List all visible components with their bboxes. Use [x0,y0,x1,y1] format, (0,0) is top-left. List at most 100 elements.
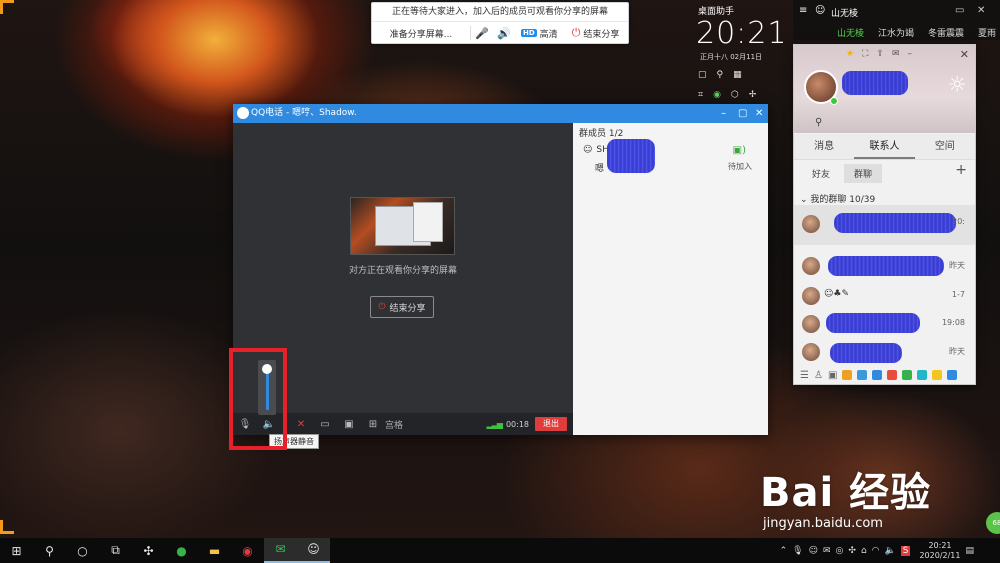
preview-window [413,202,443,242]
list-item[interactable]: ☺♣✎ 1-7 [794,281,975,311]
camera-off-icon[interactable]: ✕ [289,419,313,430]
task-view-icon[interactable]: ⧉ [99,543,132,558]
speaker-icon[interactable]: 🔊 [493,27,515,40]
menu-icon[interactable]: ☰ [800,370,809,381]
maximize-icon[interactable]: ▢ [738,104,747,123]
baidu-logo-text: Bai 经验 [760,470,932,516]
netease-music-icon[interactable]: ◉ [231,544,264,558]
strip-tab-1[interactable]: 江水为竭 [878,26,914,39]
minimize-icon[interactable]: – [907,49,912,59]
ring-tray-icon[interactable]: ◎ [836,546,844,556]
subtab-friends[interactable]: 好友 [812,167,830,180]
pinwheel-icon[interactable]: ✣ [132,544,165,558]
windows-start-icon[interactable]: ⊞ [0,544,33,558]
network-icon[interactable]: ⌂ [861,546,867,556]
grid-icon[interactable]: ⊞ [361,419,385,430]
wechat-icon[interactable]: ✉ [264,538,297,563]
group-header[interactable]: ⌄ 我的群聊 10/39 [800,192,875,205]
assistant-icons-row2: ⌗ ◉ ⬡ ✢ [698,90,756,100]
files-icon[interactable]: ▣ [828,370,837,381]
present-icon[interactable]: ▣ [337,419,361,430]
compass-icon[interactable]: ✢ [749,90,757,100]
notification-icon[interactable]: ▤ [965,546,974,556]
app-icon-5[interactable] [902,370,913,380]
app-icon-3[interactable] [872,370,883,380]
end-share-top-button[interactable]: ⏻ 结束分享 [572,26,620,40]
contacts-icon[interactable]: ♙ [814,370,823,381]
signal-icon: ▂▃▅ [486,419,503,429]
tab-messages[interactable]: 消息 [794,134,854,159]
close-icon[interactable]: ✕ [977,5,985,16]
item-time: 1-7 [951,290,965,299]
qq-call-taskbar-icon[interactable]: ☺ [297,538,330,563]
app-icon-1[interactable] [842,370,853,380]
qq-tray-icon[interactable]: ☺ [809,546,818,556]
search-icon[interactable]: ⚲ [33,544,66,558]
avatar [802,315,820,333]
volume-icon[interactable]: 🔈 [885,546,896,556]
screen-share-icon[interactable]: ▭ [313,419,337,430]
wechat-tray-icon[interactable]: ✉ [823,546,831,556]
star-icon[interactable]: ★ [846,49,854,59]
search-icon[interactable]: ⚲ [815,117,822,128]
tab-space[interactable]: 空间 [915,134,975,159]
weather-sun-icon[interactable]: ☼ [947,73,967,98]
mail-icon[interactable]: ✉ [892,49,900,59]
chevron-down-icon: ⌄ [800,195,808,205]
app-icon-2[interactable] [857,370,868,380]
microphone-icon[interactable]: 🎤 [471,27,493,40]
skin-icon[interactable]: ⛶ [862,49,868,59]
subtab-groups[interactable]: 群聊 [844,164,883,183]
minimize-icon[interactable]: ▭ [955,5,964,16]
settings-icon[interactable]: ≡ [799,5,807,16]
list-item[interactable]: 昨天 [794,251,975,281]
qq-strip-name: 山无棱 [831,9,859,19]
folder-icon[interactable]: ▬ [198,544,231,558]
redacted-member-name [607,139,655,173]
app-icon-6[interactable] [917,370,928,380]
taskbar-clock[interactable]: 20:21 2020/2/11 [919,541,960,561]
apps-grid-icon[interactable] [947,370,958,380]
item-emoji-name: ☺♣✎ [824,289,849,299]
app-icon-4[interactable] [887,370,898,380]
pinwheel-tray-icon[interactable]: ✣ [848,546,856,556]
member-row[interactable]: 嗯 [595,161,604,174]
exit-call-button[interactable]: 退出 [535,417,567,431]
taskbar-time: 20:21 [928,540,952,550]
tab-contacts[interactable]: 联系人 [854,134,915,159]
strip-tab-0[interactable]: 山无棱 [837,26,864,39]
hd-badge[interactable]: HD [521,29,537,37]
minimize-icon[interactable]: – [721,104,726,123]
list-item[interactable]: 昨天 [794,337,975,367]
cortana-icon[interactable]: ○ [66,544,99,558]
strip-tab-3[interactable]: 夏雨 [978,26,996,39]
grid-icon[interactable]: ▦ [733,70,742,80]
pin-icon[interactable]: ⬡ [731,90,739,100]
user-icon[interactable]: ☺ [815,5,825,16]
crop-icon[interactable]: ⌗ [698,90,703,100]
add-icon[interactable]: + [955,162,967,178]
strip-tab-2[interactable]: 冬雷震震 [928,26,964,39]
search-icon[interactable]: ⚲ [717,70,724,80]
list-item[interactable]: 20: [794,205,975,245]
close-icon[interactable]: ✕ [755,104,763,123]
grid-label[interactable]: 宫格 [385,418,403,431]
end-share-button[interactable]: ⏻ 结束分享 [370,296,434,318]
member-row[interactable]: ☺ SH [583,145,609,155]
chevron-up-icon[interactable]: ⌃ [780,546,788,556]
mic-tray-icon[interactable]: 🎙 [792,546,803,556]
hd-label[interactable]: 高清 [540,27,558,40]
share-icon[interactable]: ⇪ [876,49,884,59]
input-method-icon[interactable]: S [900,545,911,556]
green-app-icon[interactable]: ● [165,544,198,558]
assistant-icons-row1: ▢ ⚲ ▦ [698,70,742,80]
online-status-icon[interactable] [830,97,838,105]
close-icon[interactable]: ✕ [960,48,969,61]
avatar [802,287,820,305]
list-item[interactable]: 19:08 [794,309,975,339]
wifi-icon[interactable]: ◠ [872,546,880,556]
eye-icon[interactable]: ◉ [713,90,721,100]
note-icon[interactable]: ▢ [698,70,707,80]
screen-share-preview[interactable] [350,197,455,255]
app-icon-7[interactable] [932,370,943,380]
